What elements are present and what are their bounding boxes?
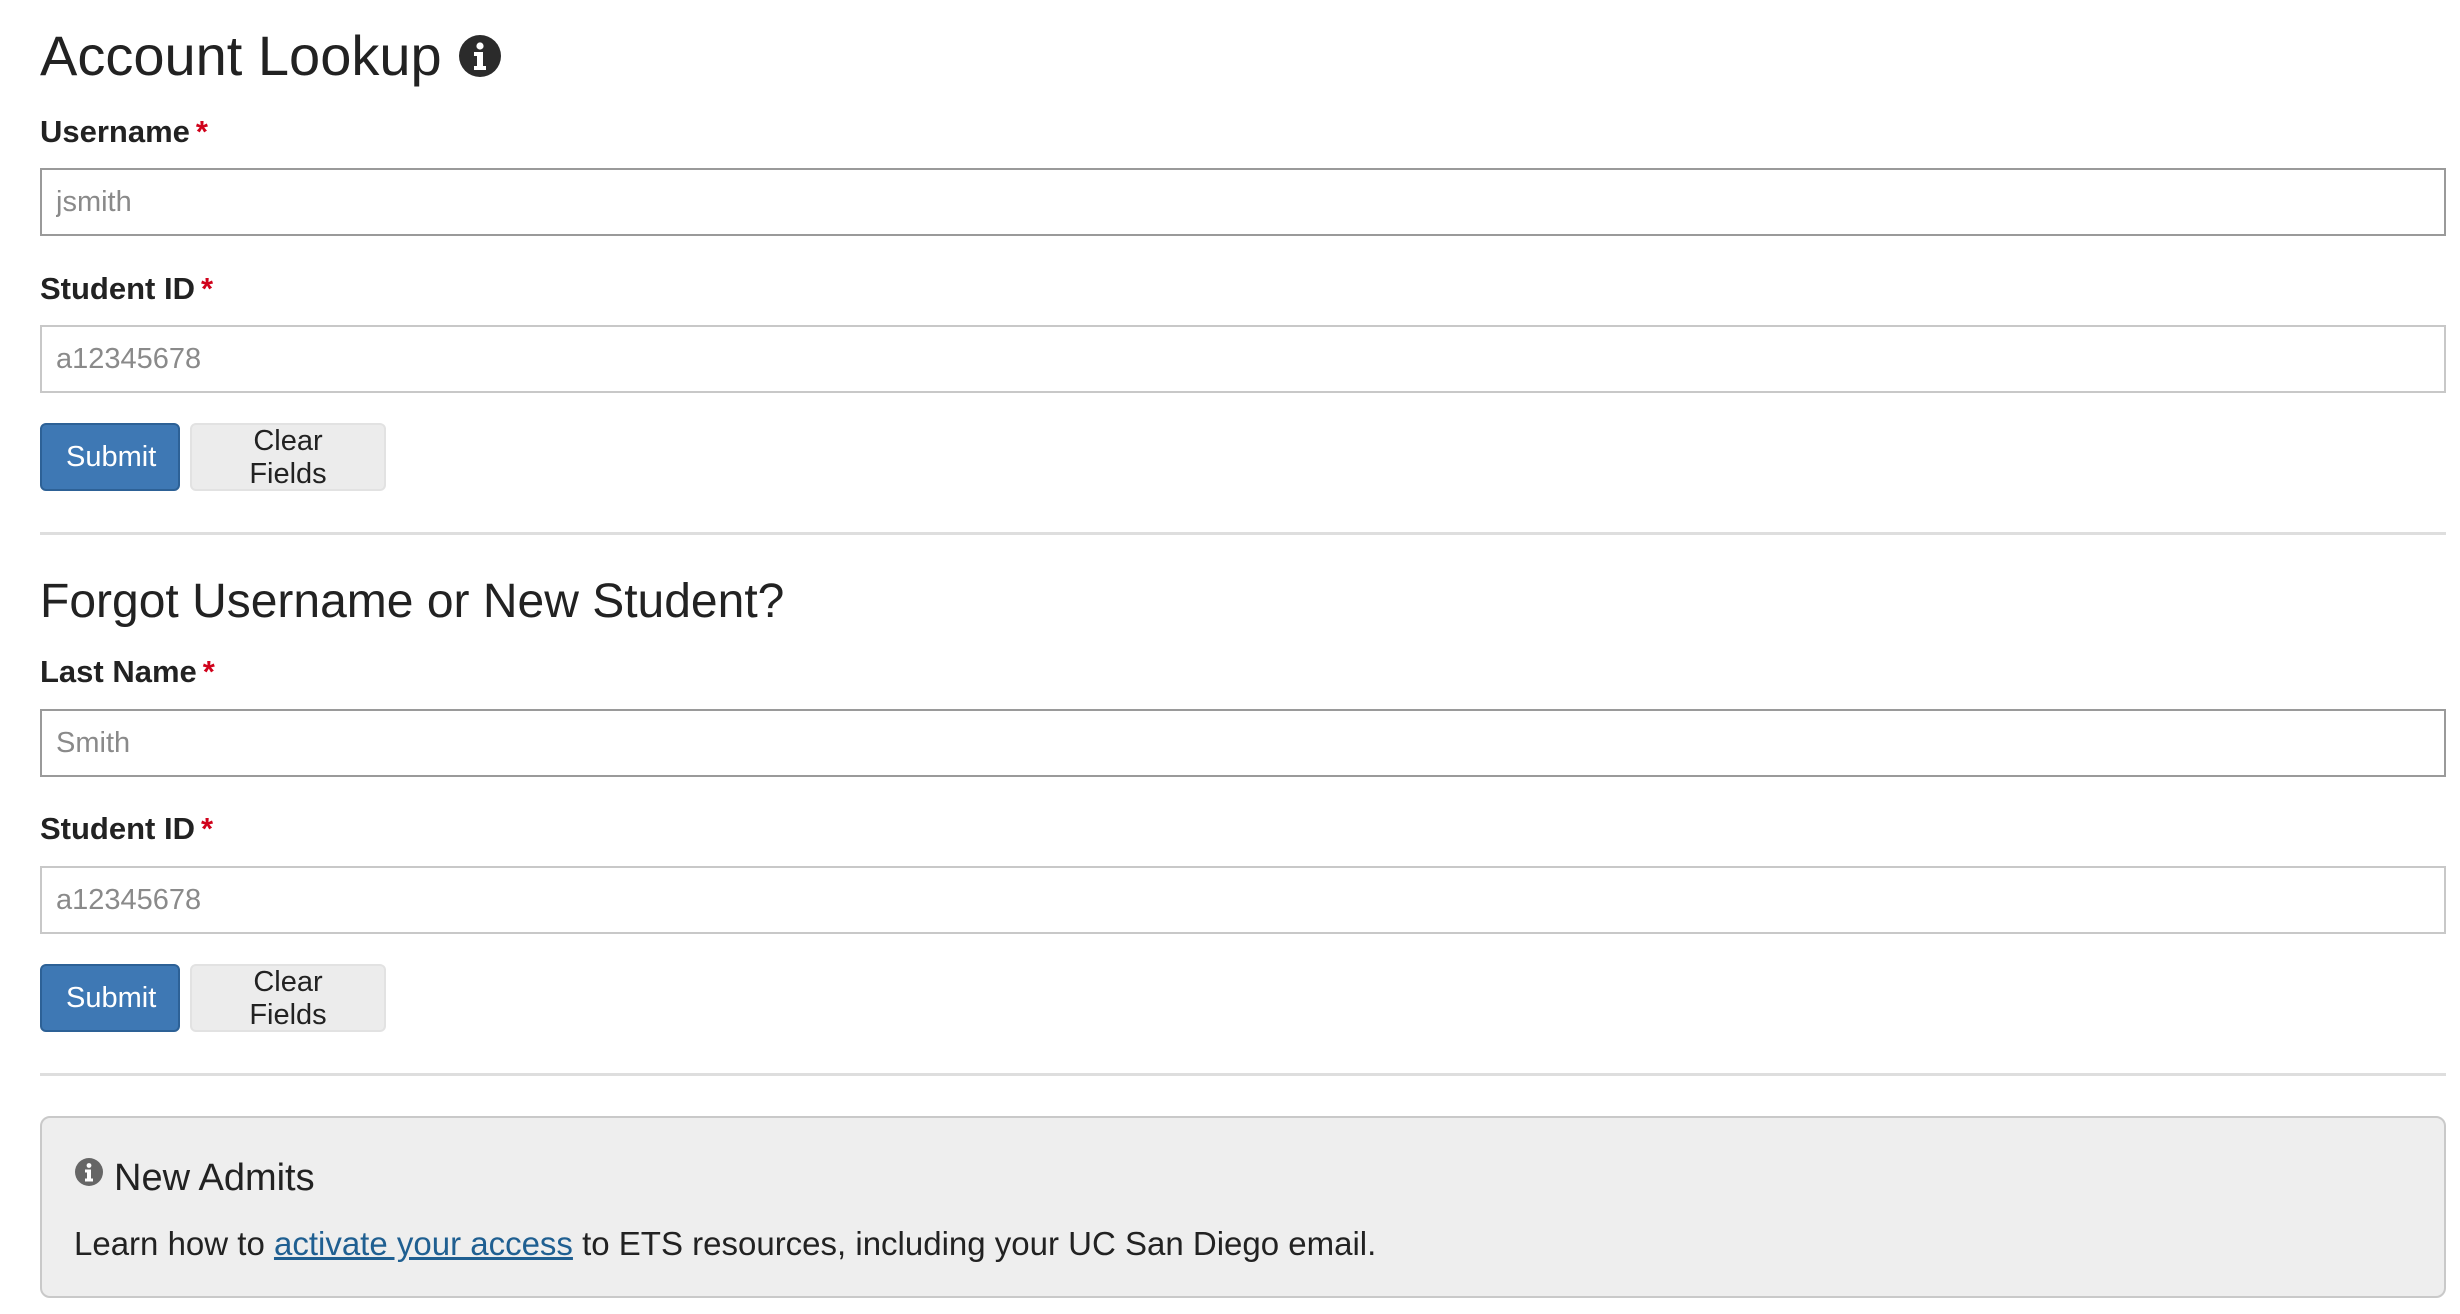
activate-access-link[interactable]: activate your access — [274, 1225, 573, 1262]
new-admits-title-text: New Admits — [114, 1157, 315, 1199]
new-admits-notice: New Admits Learn how to activate your ac… — [40, 1116, 2446, 1298]
student-id-label-2: Student ID * — [40, 809, 213, 849]
section-divider — [40, 1073, 2446, 1076]
last-name-label-text: Last Name — [40, 654, 197, 689]
page-title-text: Account Lookup — [40, 24, 442, 87]
notice-text-before: Learn how to — [74, 1225, 274, 1262]
student-id-label: Student ID * — [40, 269, 213, 309]
username-label: Username * — [40, 112, 208, 152]
student-id-input-2[interactable] — [40, 866, 2446, 934]
student-id-label-text: Student ID — [40, 811, 195, 846]
clear-fields-button[interactable]: Clear Fields — [190, 423, 386, 491]
section-divider — [40, 532, 2446, 535]
username-label-text: Username — [40, 114, 190, 149]
info-circle-icon[interactable] — [458, 34, 502, 78]
new-admits-title: New Admits — [74, 1154, 315, 1202]
page-title: Account Lookup — [40, 22, 502, 90]
student-id-input[interactable] — [40, 325, 2446, 393]
new-admits-text: Learn how to activate your access to ETS… — [74, 1222, 1376, 1266]
submit-button[interactable]: Submit — [40, 423, 180, 491]
required-asterisk: * — [195, 114, 208, 149]
username-input[interactable] — [40, 168, 2446, 236]
notice-text-after: to ETS resources, including your UC San … — [572, 1225, 1377, 1262]
submit-button-2[interactable]: Submit — [40, 964, 180, 1032]
last-name-input[interactable] — [40, 709, 2446, 777]
info-circle-icon — [75, 1158, 103, 1186]
required-asterisk: * — [202, 654, 215, 689]
student-id-label-text: Student ID — [40, 271, 195, 306]
last-name-label: Last Name * — [40, 652, 215, 692]
required-asterisk: * — [201, 811, 214, 846]
forgot-username-heading: Forgot Username or New Student? — [40, 575, 785, 628]
required-asterisk: * — [201, 271, 214, 306]
clear-fields-button-2[interactable]: Clear Fields — [190, 964, 386, 1032]
